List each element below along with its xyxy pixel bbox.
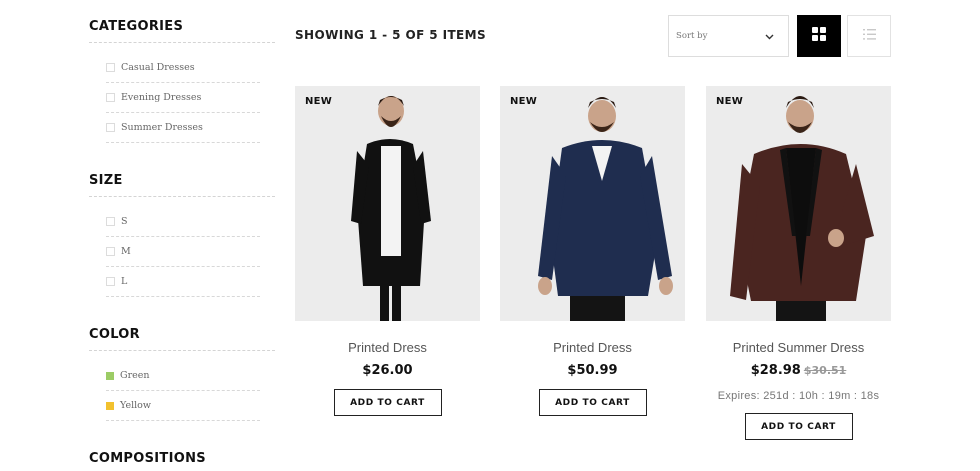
checkbox[interactable] (106, 277, 115, 286)
filter-option-green[interactable]: Green (106, 361, 260, 391)
checkbox[interactable] (106, 217, 115, 226)
product-price: $28.98 (750, 363, 801, 378)
color-filter: COLOR Green Yellow (89, 324, 275, 421)
checkbox[interactable] (106, 247, 115, 256)
compositions-title: COMPOSITIONS (89, 451, 206, 466)
product-image[interactable]: NEW (500, 86, 685, 321)
divider (89, 350, 275, 351)
checkbox[interactable] (106, 63, 115, 72)
price-row: $26.00 (295, 363, 480, 378)
filter-option-label: Green (120, 370, 150, 381)
filter-option-summer-dresses[interactable]: Summer Dresses (106, 113, 260, 143)
product-name[interactable]: Printed Dress (295, 340, 480, 355)
filter-option-size-m[interactable]: M (106, 237, 260, 267)
new-badge: NEW (716, 96, 744, 107)
new-badge: NEW (305, 96, 333, 107)
product-card: NEW Printed Dress $50.99 ADD TO CART (500, 86, 685, 416)
filter-option-casual-dresses[interactable]: Casual Dresses (106, 53, 260, 83)
divider (89, 42, 275, 43)
add-to-cart-button[interactable]: ADD TO CART (744, 413, 853, 440)
model-figure (730, 96, 874, 321)
add-to-cart-button[interactable]: ADD TO CART (538, 389, 647, 416)
product-card: NEW Printed Dress $26.00 ADD TO CART (295, 86, 480, 416)
filter-option-label: S (121, 216, 128, 227)
checkbox[interactable] (106, 123, 115, 132)
size-title: SIZE (89, 173, 123, 188)
checkbox[interactable] (106, 93, 115, 102)
price-row: $50.99 (500, 363, 685, 378)
filter-option-evening-dresses[interactable]: Evening Dresses (106, 83, 260, 113)
model-figure (538, 97, 673, 321)
grid-view-button[interactable] (797, 15, 841, 57)
filter-option-label: L (121, 276, 128, 287)
size-filter: SIZE S M L (89, 170, 275, 297)
product-name[interactable]: Printed Dress (500, 340, 685, 355)
product-image[interactable]: NEW (706, 86, 891, 321)
filter-option-label: Evening Dresses (121, 92, 202, 103)
add-to-cart-button[interactable]: ADD TO CART (333, 389, 442, 416)
countdown-timer: Expires: 251d : 10h : 19m : 18s (717, 390, 880, 402)
product-price: $50.99 (567, 363, 618, 378)
color-swatch-yellow[interactable] (106, 401, 114, 410)
filter-option-label: M (121, 246, 131, 257)
filter-option-label: Summer Dresses (121, 122, 203, 133)
filter-option-label: Casual Dresses (121, 62, 195, 73)
categories-title: CATEGORIES (89, 19, 184, 34)
list-view-button[interactable] (847, 15, 891, 57)
compositions-filter: COMPOSITIONS (89, 448, 275, 470)
product-price: $26.00 (362, 363, 413, 378)
grid-icon (812, 26, 826, 46)
sort-dropdown[interactable]: Sort by (668, 15, 789, 57)
filter-option-size-l[interactable]: L (106, 267, 260, 297)
model-figure (351, 96, 431, 321)
categories-filter: CATEGORIES Casual Dresses Evening Dresse… (89, 16, 275, 143)
list-icon (862, 27, 876, 45)
sort-dropdown-label: Sort by (676, 31, 708, 41)
color-title: COLOR (89, 327, 140, 342)
filter-option-size-s[interactable]: S (106, 207, 260, 237)
results-count: SHOWING 1 - 5 OF 5 ITEMS (295, 28, 487, 42)
filter-option-yellow[interactable]: Yellow (106, 391, 260, 421)
filter-option-label: Yellow (120, 400, 151, 411)
product-name[interactable]: Printed Summer Dress (706, 340, 891, 355)
new-badge: NEW (510, 96, 538, 107)
divider (89, 196, 275, 197)
original-price: $30.51 (803, 364, 847, 377)
product-card: NEW Printed Summer Dress $28.98 $30.51 Ex… (706, 86, 891, 440)
color-swatch-green[interactable] (106, 371, 114, 380)
price-row: $28.98 $30.51 (706, 363, 891, 378)
product-image[interactable]: NEW (295, 86, 480, 321)
chevron-down-icon (765, 27, 774, 45)
